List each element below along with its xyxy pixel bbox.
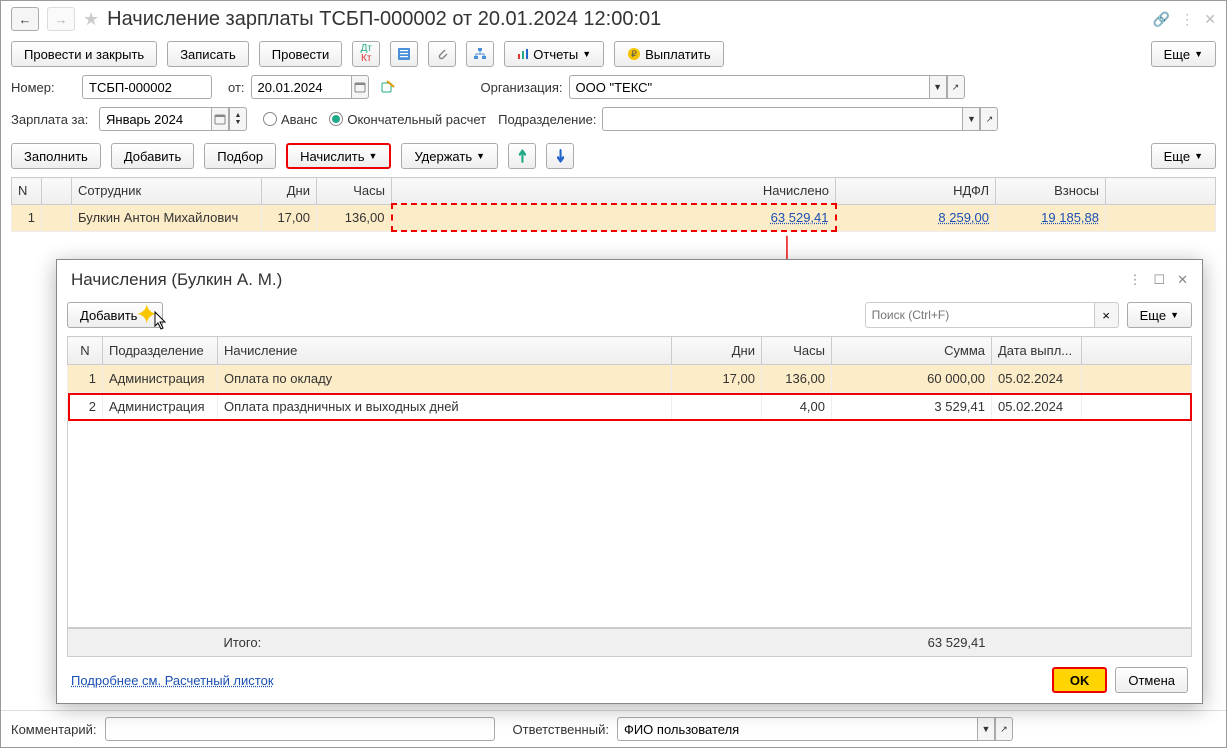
post-close-button[interactable]: Провести и закрыть <box>11 41 157 67</box>
svg-text:₽: ₽ <box>631 49 637 59</box>
link-icon[interactable]: 🔗 <box>1153 11 1170 28</box>
comment-input[interactable] <box>105 717 495 741</box>
popup-maximize-icon[interactable]: ☐ <box>1153 272 1165 288</box>
final-radio[interactable] <box>329 112 343 126</box>
popup-close-icon[interactable]: ✕ <box>1177 272 1188 288</box>
resp-input[interactable] <box>617 717 977 741</box>
col-accrued: Начислено <box>392 178 836 205</box>
window-title: Начисление зарплаты ТСБП-000002 от 20.01… <box>107 8 661 31</box>
dtkt-button[interactable]: ДтКт <box>352 41 380 67</box>
ruble-icon: ₽ <box>627 47 641 61</box>
post-button[interactable]: Провести <box>259 41 343 67</box>
contrib-link[interactable]: 19 185,88 <box>1041 210 1099 225</box>
org-dropdown-icon[interactable]: ▼ <box>929 75 947 99</box>
number-label: Номер: <box>11 80 76 95</box>
withhold-button[interactable]: Удержать ▼ <box>401 143 498 169</box>
popup-search-input[interactable] <box>865 302 1095 328</box>
move-down-button[interactable]: ➜ <box>546 143 574 169</box>
accrue-button[interactable]: Начислить ▼ <box>286 143 391 169</box>
date-input[interactable] <box>251 75 351 99</box>
kebab-icon[interactable]: ⋮ <box>1180 11 1194 28</box>
subdiv-label: Подразделение: <box>498 112 596 127</box>
main-table: N Сотрудник Дни Часы Начислено НДФЛ Взно… <box>11 177 1216 232</box>
calendar-icon[interactable] <box>351 75 369 99</box>
period-calendar-icon[interactable] <box>211 107 229 131</box>
salary-for-label: Зарплата за: <box>11 112 93 127</box>
col-contrib: Взносы <box>996 178 1106 205</box>
subdiv-open-icon[interactable]: ↗ <box>980 107 998 131</box>
number-input[interactable] <box>82 75 212 99</box>
check-icon[interactable] <box>381 80 395 94</box>
col-days: Дни <box>262 178 317 205</box>
chart-icon <box>517 48 529 60</box>
org-input[interactable] <box>569 75 929 99</box>
popup-row[interactable]: 2 Администрация Оплата праздничных и вых… <box>68 393 1192 421</box>
comment-label: Комментарий: <box>11 722 97 737</box>
popup-search-clear[interactable]: × <box>1095 302 1119 328</box>
popup-row[interactable]: 1 Администрация Оплата по окладу 17,00 1… <box>68 365 1192 393</box>
fill-button[interactable]: Заполнить <box>11 143 101 169</box>
struct-icon-button[interactable] <box>466 41 494 67</box>
from-label: от: <box>228 80 245 95</box>
org-label: Организация: <box>481 80 563 95</box>
ndfl-link[interactable]: 8 259,00 <box>938 210 989 225</box>
resp-label: Ответственный: <box>513 722 609 737</box>
subdiv-input[interactable] <box>602 107 962 131</box>
salary-period-input[interactable] <box>99 107 211 131</box>
popup-add-button[interactable]: Добавить ▼ <box>67 302 163 328</box>
list-icon-button[interactable] <box>390 41 418 67</box>
accrued-link[interactable]: 63 529,41 <box>771 210 829 225</box>
actions-more-button[interactable]: Еще ▼ <box>1151 143 1216 169</box>
reports-button[interactable]: Отчеты ▼ <box>504 41 604 67</box>
detail-link[interactable]: Подробнее см. Расчетный листок <box>71 673 274 688</box>
final-label: Окончательный расчет <box>347 112 486 127</box>
col-hours: Часы <box>317 178 392 205</box>
advance-label: Аванс <box>281 112 317 127</box>
popup-title: Начисления (Булкин А. М.) <box>71 270 282 290</box>
ok-button[interactable]: OK <box>1052 667 1108 693</box>
period-spinner[interactable]: ▲▼ <box>229 107 247 131</box>
popup-kebab-icon[interactable]: ⋮ <box>1128 272 1141 288</box>
col-emp: Сотрудник <box>72 178 262 205</box>
move-up-button[interactable]: ➜ <box>508 143 536 169</box>
advance-radio[interactable] <box>263 112 277 126</box>
close-icon[interactable]: ✕ <box>1204 11 1216 28</box>
favorite-star-icon[interactable]: ★ <box>83 9 99 30</box>
subdiv-dropdown-icon[interactable]: ▼ <box>962 107 980 131</box>
accruals-popup: Начисления (Булкин А. М.) ⋮ ☐ ✕ Добавить… <box>56 259 1203 704</box>
resp-dropdown-icon[interactable]: ▼ <box>977 717 995 741</box>
popup-total-row: Итого: 63 529,41 <box>67 628 1192 657</box>
add-button[interactable]: Добавить <box>111 143 194 169</box>
col-n: N <box>12 178 42 205</box>
org-open-icon[interactable]: ↗ <box>947 75 965 99</box>
popup-more-button[interactable]: Еще ▼ <box>1127 302 1192 328</box>
pick-button[interactable]: Подбор <box>204 143 276 169</box>
table-row[interactable]: 1 Булкин Антон Михайлович 17,00 136,00 6… <box>12 204 1216 231</box>
more-button[interactable]: Еще ▼ <box>1151 41 1216 67</box>
popup-table: N Подразделение Начисление Дни Часы Сумм… <box>67 336 1192 421</box>
nav-back-button[interactable]: ← <box>11 7 39 31</box>
col-ndfl: НДФЛ <box>836 178 996 205</box>
attach-icon-button[interactable] <box>428 41 456 67</box>
cancel-button[interactable]: Отмена <box>1115 667 1188 693</box>
resp-open-icon[interactable]: ↗ <box>995 717 1013 741</box>
save-button[interactable]: Записать <box>167 41 249 67</box>
pay-button[interactable]: ₽ Выплатить <box>614 41 724 67</box>
nav-forward-button: → <box>47 7 75 31</box>
